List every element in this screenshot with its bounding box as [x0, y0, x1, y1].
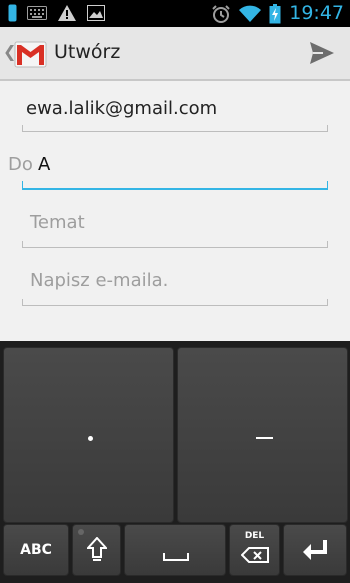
- shift-icon: [87, 537, 107, 561]
- space-key[interactable]: [124, 524, 226, 576]
- keyboard-icon: [27, 6, 47, 20]
- dot-glyph: [88, 436, 93, 441]
- compose-title: Utwórz: [54, 41, 121, 63]
- send-icon[interactable]: [308, 39, 336, 67]
- dash-glyph: [256, 437, 273, 439]
- subject-placeholder: Temat: [30, 212, 85, 233]
- wifi-icon: [239, 5, 262, 22]
- shift-indicator: [78, 529, 84, 535]
- body-field[interactable]: Napisz e-maila.: [22, 260, 328, 306]
- battery-charging-icon: [269, 3, 281, 23]
- shift-key[interactable]: [72, 524, 121, 576]
- picture-icon: [87, 5, 105, 21]
- alarm-icon: [212, 4, 230, 23]
- phone-icon: [8, 4, 17, 22]
- status-time: 19:47: [289, 2, 344, 24]
- from-field[interactable]: ewa.lalik@gmail.com: [22, 86, 328, 132]
- dash-key[interactable]: [177, 347, 348, 523]
- status-bar: 19:47: [0, 0, 350, 27]
- subject-field[interactable]: Temat: [22, 202, 328, 248]
- body-placeholder: Napisz e-maila.: [30, 270, 169, 291]
- enter-key[interactable]: [283, 524, 347, 576]
- from-address: ewa.lalik@gmail.com: [26, 98, 218, 119]
- abc-label: ABC: [20, 542, 52, 558]
- to-input[interactable]: A: [38, 154, 50, 175]
- warning-icon: [58, 5, 76, 21]
- keyboard: ABC DEL: [0, 341, 350, 583]
- dot-key[interactable]: [3, 347, 174, 523]
- action-bar: ❮ Utwórz: [0, 27, 350, 81]
- delete-key[interactable]: DEL: [229, 524, 280, 576]
- to-field[interactable]: [22, 144, 328, 190]
- gmail-logo[interactable]: [14, 39, 47, 69]
- del-label: DEL: [244, 531, 265, 541]
- compose-form: ewa.lalik@gmail.com Do A Temat Napisz e-…: [0, 81, 350, 341]
- space-icon: [163, 553, 189, 561]
- enter-icon: [303, 540, 327, 560]
- backspace-icon: [241, 547, 269, 563]
- to-label: Do: [8, 154, 33, 175]
- abc-key[interactable]: ABC: [3, 524, 69, 576]
